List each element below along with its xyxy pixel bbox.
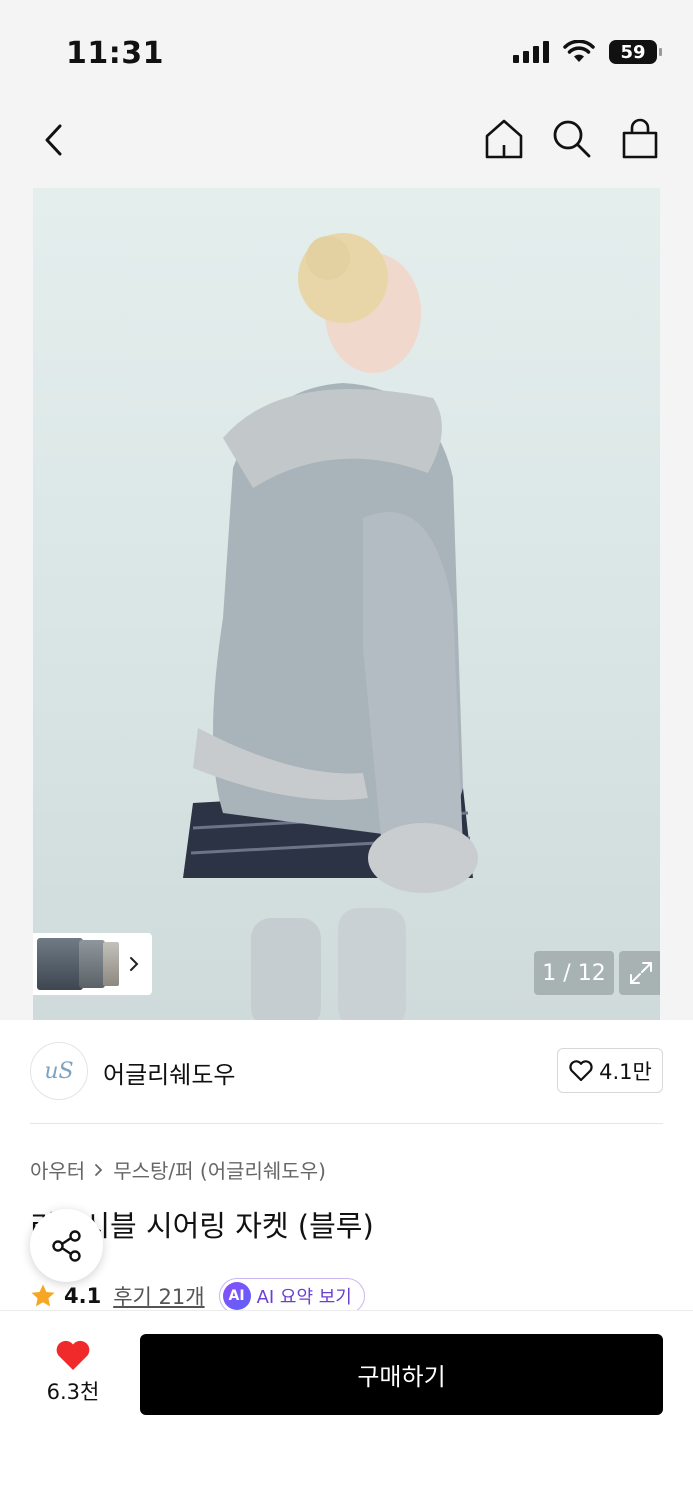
back-button[interactable] (34, 118, 78, 162)
breadcrumb-item[interactable]: 무스탕/퍼 (어글리쉐도우) (113, 1155, 326, 1184)
thumbnail-image[interactable] (103, 942, 119, 986)
chevron-right-icon (95, 1163, 103, 1176)
wishlist-button[interactable]: 6.3천 (40, 1338, 106, 1406)
battery-indicator: 59 (609, 40, 662, 64)
ai-badge-icon: AI (222, 1282, 251, 1310)
signal-icon (513, 41, 549, 63)
shopping-bag-icon (622, 118, 658, 159)
buy-button[interactable]: 구매하기 (140, 1334, 663, 1415)
share-button[interactable] (30, 1209, 103, 1282)
wishlist-count: 6.3천 (46, 1380, 100, 1404)
thumbnail-image[interactable] (79, 940, 105, 988)
reviews-link[interactable]: 후기 21개 (113, 1281, 204, 1311)
rating-row: 4.1 후기 21개 AI AI 요약 보기 (30, 1278, 365, 1314)
cart-button[interactable] (617, 116, 663, 162)
status-time: 11:31 (66, 36, 164, 71)
expand-icon (630, 962, 652, 984)
share-icon (51, 1229, 81, 1262)
divider (30, 1123, 663, 1124)
brand-like-button[interactable]: 4.1만 (557, 1048, 663, 1093)
brand-logo[interactable]: uS (30, 1042, 88, 1100)
ai-summary-label: AI 요약 보기 (256, 1287, 352, 1308)
home-icon (485, 119, 523, 159)
heart-filled-icon (56, 1340, 90, 1370)
star-icon (31, 1284, 55, 1307)
product-photo (183, 233, 478, 1020)
rating-value: 4.1 (64, 1284, 102, 1308)
search-button[interactable] (549, 116, 595, 162)
thumbnail-image[interactable] (37, 938, 83, 990)
home-button[interactable] (481, 116, 527, 162)
expand-button[interactable] (619, 951, 660, 995)
heart-outline-icon (569, 1059, 593, 1081)
breadcrumb: 아우터 무스탕/퍼 (어글리쉐도우) (30, 1155, 326, 1184)
breadcrumb-item[interactable]: 아우터 (30, 1155, 85, 1184)
product-image-gallery[interactable]: 1 / 12 (33, 188, 660, 1020)
wifi-icon (563, 40, 595, 62)
nav-actions (481, 116, 663, 162)
chevron-left-icon (45, 124, 62, 156)
brand-name[interactable]: 어글리쉐도우 (103, 1055, 235, 1090)
thumbnail-strip[interactable] (33, 933, 152, 995)
chevron-right-icon (130, 957, 139, 971)
brand-like-count: 4.1만 (599, 1059, 652, 1084)
status-icons: 59 (513, 40, 662, 64)
search-icon (553, 120, 591, 158)
ai-summary-button[interactable]: AI AI 요약 보기 (218, 1278, 365, 1314)
image-counter: 1 / 12 (534, 951, 614, 995)
